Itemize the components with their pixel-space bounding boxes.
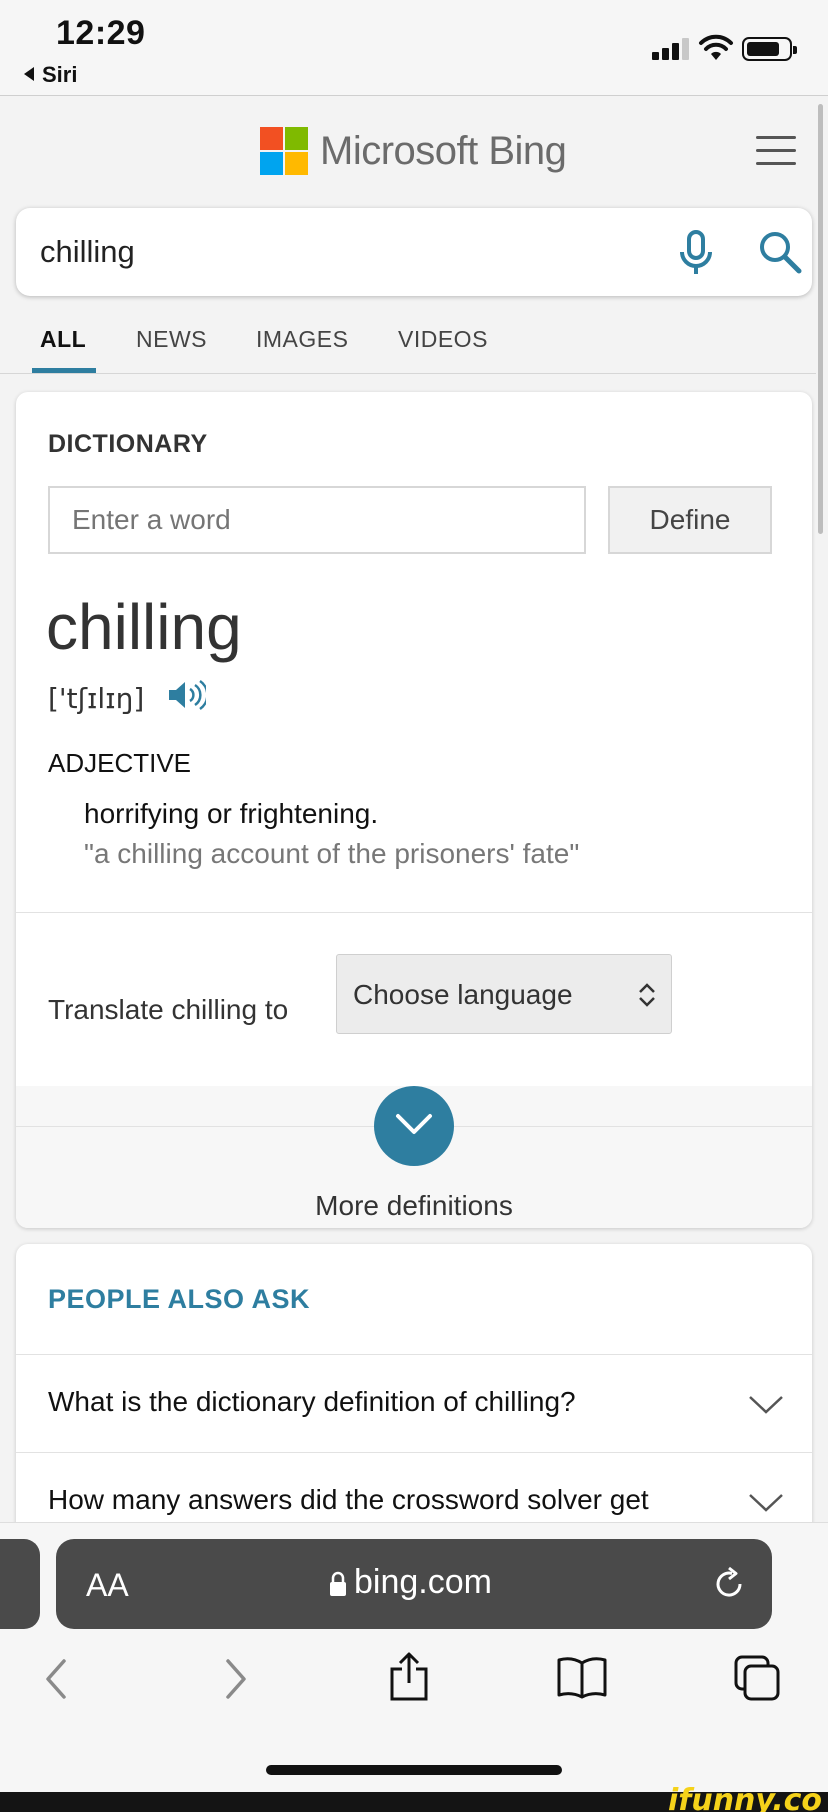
people-also-ask-title: PEOPLE ALSO ASK — [48, 1284, 311, 1314]
dictionary-card: DICTIONARY Define chilling ['tʃɪlɪŋ] ADJ… — [16, 392, 812, 1228]
part-of-speech: ADJECTIVE — [48, 748, 192, 778]
chevron-down-icon[interactable] — [748, 1394, 784, 1416]
home-indicator — [266, 1765, 562, 1775]
more-definitions-area[interactable]: More definitions — [16, 1086, 812, 1228]
wifi-icon — [699, 34, 733, 60]
text-size-button[interactable]: AA — [86, 1567, 129, 1604]
divider — [16, 1452, 812, 1453]
logo-square-blue — [260, 152, 283, 175]
microphone-icon[interactable] — [678, 230, 714, 276]
question-item[interactable]: How many answers did the crossword solve… — [48, 1484, 649, 1516]
language-select[interactable]: Choose language — [336, 954, 672, 1034]
divider — [16, 912, 812, 913]
speaker-icon[interactable] — [166, 678, 206, 712]
language-select-value: Choose language — [353, 979, 573, 1010]
lock-icon — [330, 1571, 346, 1596]
divider — [16, 1354, 812, 1355]
dictionary-title: DICTIONARY — [48, 430, 208, 458]
define-button[interactable]: Define — [608, 486, 772, 554]
watermark-text: ifunny.co — [668, 1783, 822, 1812]
search-icon[interactable] — [758, 230, 802, 274]
share-icon[interactable] — [388, 1651, 430, 1703]
search-input[interactable]: chilling — [40, 234, 135, 270]
bing-logo[interactable]: Microsoft Bing — [260, 126, 567, 176]
headword: chilling — [46, 591, 242, 663]
chevron-down-icon — [396, 1114, 432, 1134]
microsoft-logo-icon — [260, 127, 308, 175]
back-to-siri-link[interactable]: Siri — [24, 62, 77, 88]
tab-all[interactable]: ALL — [40, 326, 86, 353]
example-sentence: "a chilling account of the prisoners' fa… — [84, 838, 580, 869]
forward-arrow-icon[interactable] — [222, 1657, 250, 1701]
pronunciation: ['tʃɪlɪŋ] — [48, 682, 145, 715]
page-scrollbar[interactable] — [818, 104, 823, 534]
status-bar: 12:29 Siri — [0, 0, 828, 96]
tab-images[interactable]: IMAGES — [256, 326, 348, 353]
more-definitions-link[interactable]: More definitions — [16, 1190, 812, 1222]
reload-icon[interactable] — [710, 1565, 748, 1603]
cellular-signal-icon — [652, 36, 692, 60]
search-box[interactable]: chilling — [16, 208, 812, 296]
active-tab-indicator — [32, 368, 96, 373]
previous-tab-pill[interactable] — [0, 1539, 40, 1629]
question-item[interactable]: What is the dictionary definition of chi… — [48, 1386, 576, 1418]
bookmarks-icon[interactable] — [556, 1655, 608, 1699]
definition-text: horrifying or frightening. — [84, 798, 379, 829]
watermark-bar: ifunny.co — [0, 1783, 828, 1812]
brand-name: Microsoft Bing — [320, 128, 567, 173]
chevron-down-icon[interactable] — [748, 1492, 784, 1514]
logo-square-green — [285, 127, 308, 150]
dictionary-word-input[interactable] — [48, 486, 586, 554]
tab-news[interactable]: NEWS — [136, 326, 207, 353]
url-text: bing.com — [354, 1563, 492, 1601]
address-bar[interactable]: AA bing.com — [56, 1539, 772, 1629]
updown-chevron-icon — [639, 983, 655, 1007]
browser-toolbar: AA bing.com — [0, 1522, 828, 1792]
translate-label: Translate chilling to — [48, 994, 289, 1025]
logo-square-red — [260, 127, 283, 150]
logo-square-yellow — [285, 152, 308, 175]
tab-videos[interactable]: VIDEOS — [398, 326, 488, 353]
search-tabs: ALL NEWS IMAGES VIDEOS — [0, 320, 816, 374]
expand-more-button[interactable] — [374, 1086, 454, 1166]
status-time: 12:29 — [56, 14, 146, 52]
back-app-label: Siri — [42, 62, 78, 87]
back-triangle-icon — [24, 67, 34, 81]
hamburger-menu-icon[interactable] — [756, 136, 796, 166]
battery-icon — [742, 37, 797, 61]
tabs-overview-icon[interactable] — [732, 1653, 782, 1703]
back-arrow-icon[interactable] — [42, 1657, 70, 1701]
